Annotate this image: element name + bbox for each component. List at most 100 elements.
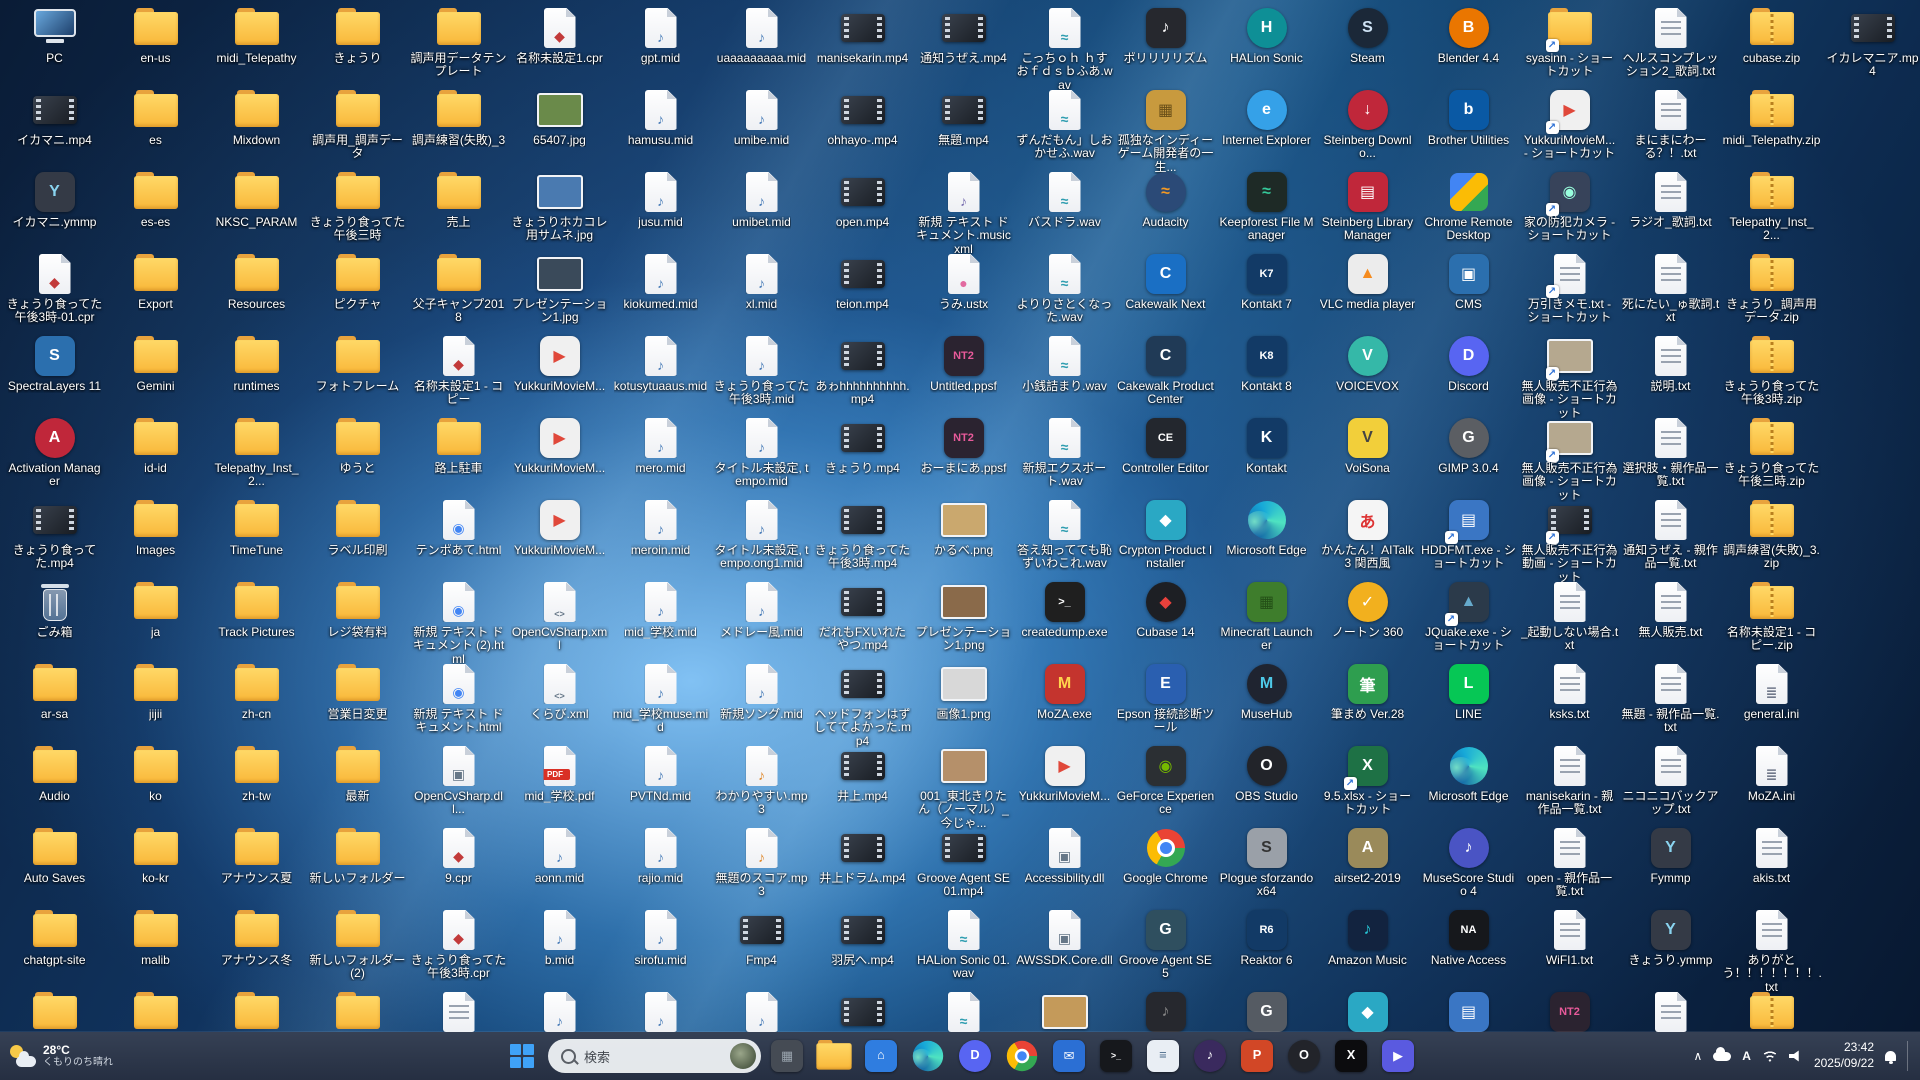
ime-indicator[interactable]: A [1742, 1049, 1751, 1063]
desktop-icon[interactable]: 父子キャンプ2018 [408, 252, 509, 325]
desktop-icon[interactable]: きょうり [307, 6, 408, 65]
desktop-icon[interactable]: 新しいフォルダー [307, 826, 408, 885]
desktop-icon[interactable]: ♪ jusu.mid [610, 170, 711, 229]
desktop-icon[interactable]: ▶ YukkuriMovieM... [1014, 744, 1115, 803]
search-daily-image[interactable] [730, 1043, 756, 1069]
desktop-icon[interactable]: 001_東北きりたん（ノーマル）_今じゃ... [913, 744, 1014, 830]
desktop-icon[interactable]: ar-sa [4, 662, 105, 721]
desktop-icon[interactable]: 説明.txt [1620, 334, 1721, 393]
search-box[interactable]: 検索 [548, 1039, 761, 1073]
desktop-icon[interactable]: ♪ xl.mid [711, 252, 812, 311]
desktop-icon[interactable]: Auto Saves [4, 826, 105, 885]
desktop-icon[interactable]: chatgpt-site [4, 908, 105, 967]
desktop-icon[interactable]: 調声用_調声データ [307, 88, 408, 161]
desktop-icon[interactable]: ニコニコバックアップ.txt [1620, 744, 1721, 817]
desktop-icon[interactable]: Google Chrome [1115, 826, 1216, 885]
desktop-icon[interactable]: ♪ PVTNd.mid [610, 744, 711, 803]
desktop-icon[interactable]: ♪ mero.mid [610, 416, 711, 475]
desktop-icon[interactable]: Y イカマニ.ymmp [4, 170, 105, 229]
notepad[interactable]: ≡ [1142, 1035, 1184, 1077]
desktop-icon[interactable]: ◉ 新規 テキスト ドキュメント (2).html [408, 580, 509, 666]
desktop-icon[interactable]: NT2 Untitled.ppsf [913, 334, 1014, 393]
desktop-icon[interactable]: ♪ Amazon Music [1317, 908, 1418, 967]
weather-widget[interactable]: 28°C くもりのち晴れ [10, 1043, 113, 1068]
desktop-icon[interactable]: ♪ タイトル未設定, tempo.ong1.mid [711, 498, 812, 571]
desktop-icon[interactable]: ♪ kiokumed.mid [610, 252, 711, 311]
desktop-icon[interactable]: かるべ.png [913, 498, 1014, 557]
desktop-icon[interactable]: ♪ 新規ソング.mid [711, 662, 812, 721]
desktop-icon[interactable]: ♪ umibet.mid [711, 170, 812, 229]
desktop-icon[interactable]: ごみ箱 [4, 580, 105, 639]
desktop-icon[interactable]: S Plogue sforzando x64 [1216, 826, 1317, 899]
desktop-icon[interactable]: ありがとう！！！！！！！.txt [1721, 908, 1822, 994]
desktop-icon[interactable]: 筆筆まめ Ver.28 [1317, 662, 1418, 721]
desktop-icon[interactable]: ksks.txt [1519, 662, 1620, 721]
desktop-icon[interactable]: 調声練習(失敗)_3 [408, 88, 509, 147]
desktop-icon[interactable]: Mixdown [206, 88, 307, 147]
desktop-icon[interactable]: runtimes [206, 334, 307, 393]
desktop-icon[interactable]: S Steam [1317, 6, 1418, 65]
desktop-icon[interactable]: 井上.mp4 [812, 744, 913, 803]
desktop-icon[interactable]: ♪ sirofu.mid [610, 908, 711, 967]
desktop-icon[interactable]: ko [105, 744, 206, 803]
desktop-icon[interactable]: manisekarin.mp4 [812, 6, 913, 65]
show-desktop-button[interactable] [1907, 1041, 1912, 1071]
desktop-icon[interactable]: イカマニ.mp4 [4, 88, 105, 147]
desktop-icon[interactable]: NKSC_PARAM [206, 170, 307, 229]
desktop-icon[interactable]: Fmp4 [711, 908, 812, 967]
desktop-icon[interactable]: V VOICEVOX [1317, 334, 1418, 393]
desktop-icon[interactable]: M MoZA.exe [1014, 662, 1115, 721]
desktop-icon[interactable]: ♪ [711, 990, 812, 1032]
microsoft-edge[interactable] [907, 1035, 949, 1077]
desktop-icon[interactable]: アナウンス夏 [206, 826, 307, 885]
desktop-icon[interactable]: open - 親作品一覧.txt [1519, 826, 1620, 899]
desktop-icon[interactable]: ◉ テンポあて.html [408, 498, 509, 557]
desktop-icon[interactable]: ▦ Minecraft Launcher [1216, 580, 1317, 653]
desktop-icon[interactable]: _起動しない場合.txt [1519, 580, 1620, 653]
desktop-icon[interactable]: Resources [206, 252, 307, 311]
desktop-icon[interactable]: ↗ 万引きメモ.txt - ショートカット [1519, 252, 1620, 325]
desktop-icon[interactable]: K Kontakt [1216, 416, 1317, 475]
desktop-icon[interactable]: ≣ general.ini [1721, 662, 1822, 721]
desktop-icon[interactable]: CE Controller Editor [1115, 416, 1216, 475]
powerpoint[interactable]: P [1236, 1035, 1278, 1077]
desktop-icon[interactable]: プレゼンテーション1.png [913, 580, 1014, 653]
desktop-icon[interactable]: イカレマニア.mp4 [1822, 6, 1920, 79]
desktop-icon[interactable] [812, 990, 913, 1032]
desktop-icon[interactable]: ヘッドフォンはずしててよかった.mp4 [812, 662, 913, 748]
desktop-icon[interactable]: L LINE [1418, 662, 1519, 721]
desktop-icon[interactable]: ♪ 新規 テキスト ドキュメント.musicxml [913, 170, 1014, 256]
desktop-icon[interactable]: ≈ よりりさとくなった.wav [1014, 252, 1115, 325]
onedrive-icon[interactable] [1713, 1046, 1732, 1061]
desktop-icon[interactable]: id-id [105, 416, 206, 475]
desktop-icon[interactable]: jijii [105, 662, 206, 721]
desktop-icon[interactable]: 羽尻へ.mp4 [812, 908, 913, 967]
desktop-icon[interactable]: 路上駐車 [408, 416, 509, 475]
desktop-icon[interactable]: まにまにわーる？！.txt [1620, 88, 1721, 161]
desktop-icon[interactable]: アナウンス冬 [206, 908, 307, 967]
desktop-icon[interactable]: ◉ 新規 テキスト ドキュメント.html [408, 662, 509, 735]
volume-icon[interactable] [1788, 1050, 1799, 1062]
desktop-icon[interactable]: Microsoft Edge [1418, 744, 1519, 803]
desktop-icon[interactable]: PDF mid_学校.pdf [509, 744, 610, 803]
desktop-icon[interactable]: A Activation Manager [4, 416, 105, 489]
desktop-icon[interactable]: ≣ MoZA.ini [1721, 744, 1822, 803]
desktop-icon[interactable]: ▤ Steinberg Library Manager [1317, 170, 1418, 243]
desktop-icon[interactable]: X ↗ 9.5.xlsx - ショートカット [1317, 744, 1418, 817]
desktop-icon[interactable]: ▶ YukkuriMovieM... [509, 334, 610, 393]
desktop-icon[interactable]: ◆ 9.cpr [408, 826, 509, 885]
desktop-icon[interactable]: きょうり食ってた午後3時.zip [1721, 334, 1822, 407]
desktop-icon[interactable]: 無題.mp4 [913, 88, 1014, 147]
desktop-icon[interactable]: ◆ きょうり食ってた午後3時-01.cpr [4, 252, 105, 325]
desktop-icon[interactable]: C Cakewalk Next [1115, 252, 1216, 311]
desktop-icon[interactable] [4, 990, 105, 1032]
purple-app[interactable]: ▶ [1377, 1035, 1419, 1077]
desktop-icon[interactable]: ♪ [1115, 990, 1216, 1032]
pinned-app-1[interactable]: ▦ [766, 1035, 808, 1077]
desktop-icon[interactable]: NT2 おーまにあ.ppsf [913, 416, 1014, 475]
desktop-icon[interactable]: ko-kr [105, 826, 206, 885]
desktop-icon[interactable]: H HALion Sonic [1216, 6, 1317, 65]
start-button[interactable] [501, 1035, 543, 1077]
desktop-icon[interactable] [206, 990, 307, 1032]
desktop-icon[interactable]: G GIMP 3.0.4 [1418, 416, 1519, 475]
